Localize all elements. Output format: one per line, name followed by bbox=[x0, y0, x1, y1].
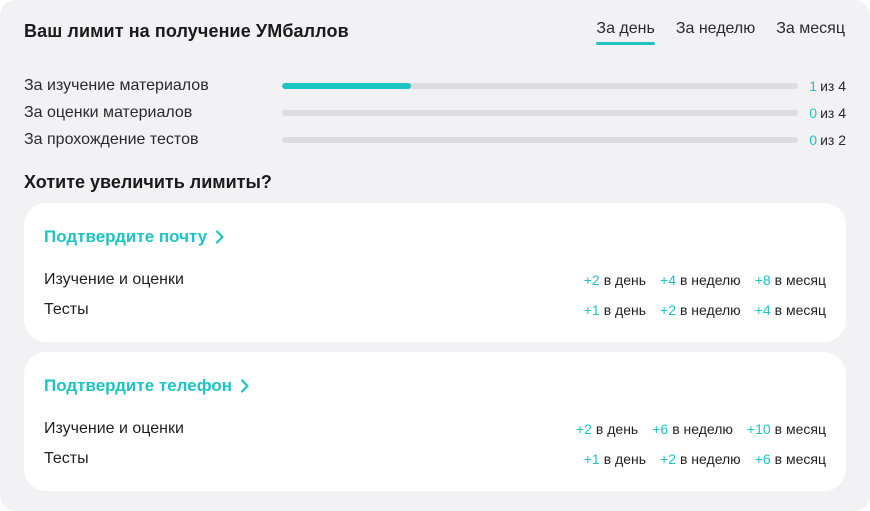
bonus-list: +2 в день +4 в неделю +8 в месяц bbox=[570, 272, 826, 288]
bonus-unit: в месяц bbox=[774, 272, 826, 288]
panel-title: Ваш лимит на получение УМбаллов bbox=[24, 21, 349, 41]
card-title: Подтвердите телефон bbox=[44, 376, 232, 395]
limit-count: 0 из 4 bbox=[798, 105, 846, 121]
row-name: Тесты bbox=[44, 301, 89, 318]
progress-bar bbox=[282, 136, 798, 143]
progress-fill bbox=[282, 82, 411, 89]
bonus-value: +6 bbox=[652, 421, 669, 437]
bonus-day: +2 в день bbox=[584, 272, 646, 288]
bonus-unit: в день bbox=[603, 272, 647, 288]
bonus-month: +6 в месяц bbox=[755, 451, 826, 467]
bonus-value: +8 bbox=[754, 272, 771, 288]
row-name: Тесты bbox=[44, 450, 89, 467]
bonus-list: +1 в день +2 в неделю +6 в месяц bbox=[570, 451, 826, 467]
confirm-phone-card: Подтвердите телефон Изучение и оценки +2… bbox=[24, 352, 846, 491]
bonus-unit: в день bbox=[603, 451, 647, 467]
bonus-day: +1 в день bbox=[584, 451, 646, 467]
chevron-right-icon bbox=[240, 379, 249, 393]
limits-list: За изучение материалов 1 из 4 За оценки м… bbox=[24, 72, 846, 153]
limit-label: За изучение материалов bbox=[24, 76, 209, 94]
bonus-value: +2 bbox=[660, 302, 676, 318]
confirm-email-card: Подтвердите почту Изучение и оценки +2 в … bbox=[24, 203, 846, 342]
bonus-value: +2 bbox=[583, 272, 600, 288]
tab-day[interactable]: За день bbox=[596, 20, 656, 45]
bonus-month: +8 в месяц bbox=[755, 272, 826, 288]
limit-label: За прохождение тестов bbox=[24, 130, 199, 148]
tab-month[interactable]: За месяц bbox=[776, 20, 845, 44]
limit-row-tests: За прохождение тестов 0 из 2 bbox=[24, 126, 846, 153]
bonus-value: +10 bbox=[746, 421, 771, 437]
progress-bar bbox=[282, 82, 798, 89]
period-tabs: За день За неделю За месяц bbox=[575, 20, 845, 45]
limits-panel: Ваш лимит на получение УМбаллов За день … bbox=[0, 0, 870, 511]
bonus-unit: в неделю bbox=[679, 302, 741, 318]
card-title: Подтвердите почту bbox=[44, 227, 208, 246]
limit-of: из 4 bbox=[820, 77, 846, 94]
chevron-right-icon bbox=[216, 230, 224, 244]
bonus-day: +2 в день bbox=[576, 421, 638, 437]
tab-week[interactable]: За неделю bbox=[676, 20, 755, 44]
bonus-unit: в день bbox=[603, 302, 647, 318]
card-row-study: Изучение и оценки +2 в день +6 в неделю +1… bbox=[44, 419, 826, 439]
bonus-week: +2 в неделю bbox=[660, 302, 741, 318]
bonus-unit: в неделю bbox=[679, 451, 741, 467]
bonus-value: +6 bbox=[754, 451, 771, 467]
increase-limits-title: Хотите увеличить лимиты? bbox=[24, 172, 272, 192]
bonus-list: +2 в день +6 в неделю +10 в месяц bbox=[562, 421, 826, 437]
bonus-value: +4 bbox=[754, 302, 771, 318]
bonus-week: +6 в неделю bbox=[652, 421, 733, 437]
bonus-unit: в день bbox=[595, 421, 639, 437]
bonus-unit: в неделю bbox=[679, 272, 741, 288]
bonus-day: +1 в день bbox=[584, 302, 646, 318]
bonus-month: +10 в месяц bbox=[747, 421, 826, 437]
card-row-tests: Тесты +1 в день +2 в неделю +6 в месяц bbox=[44, 449, 826, 469]
limit-current: 0 bbox=[809, 131, 818, 148]
bonus-value: +1 bbox=[583, 451, 600, 467]
limit-current: 0 bbox=[809, 104, 818, 121]
limit-label: За оценки материалов bbox=[24, 103, 193, 121]
bonus-value: +4 bbox=[660, 272, 676, 288]
limit-row-ratings: За оценки материалов 0 из 4 bbox=[24, 99, 846, 126]
bonus-value: +1 bbox=[583, 302, 600, 318]
limit-current: 1 bbox=[809, 77, 818, 94]
bonus-unit: в месяц bbox=[774, 451, 826, 467]
limit-count: 0 из 2 bbox=[798, 132, 846, 148]
card-row-tests: Тесты +1 в день +2 в неделю +4 в месяц bbox=[44, 300, 826, 320]
row-name: Изучение и оценки bbox=[44, 420, 184, 437]
bonus-week: +2 в неделю bbox=[660, 451, 741, 467]
bonus-value: +2 bbox=[660, 451, 676, 467]
row-name: Изучение и оценки bbox=[44, 271, 184, 288]
bonus-unit: в месяц bbox=[774, 421, 826, 437]
limit-row-materials: За изучение материалов 1 из 4 bbox=[24, 72, 846, 99]
bonus-value: +2 bbox=[575, 421, 592, 437]
bonus-unit: в месяц bbox=[774, 302, 826, 318]
card-row-study: Изучение и оценки +2 в день +4 в неделю +8… bbox=[44, 270, 826, 290]
bonus-month: +4 в месяц bbox=[755, 302, 826, 318]
progress-bar bbox=[282, 109, 798, 116]
limit-of: из 2 bbox=[820, 131, 846, 148]
bonus-unit: в неделю bbox=[672, 421, 733, 437]
bonus-list: +1 в день +2 в неделю +4 в месяц bbox=[570, 302, 826, 318]
bonus-week: +4 в неделю bbox=[660, 272, 741, 288]
limit-of: из 4 bbox=[820, 104, 846, 121]
limit-count: 1 из 4 bbox=[798, 78, 846, 94]
confirm-email-link[interactable]: Подтвердите почту bbox=[44, 227, 225, 247]
confirm-phone-link[interactable]: Подтвердите телефон bbox=[44, 376, 250, 396]
